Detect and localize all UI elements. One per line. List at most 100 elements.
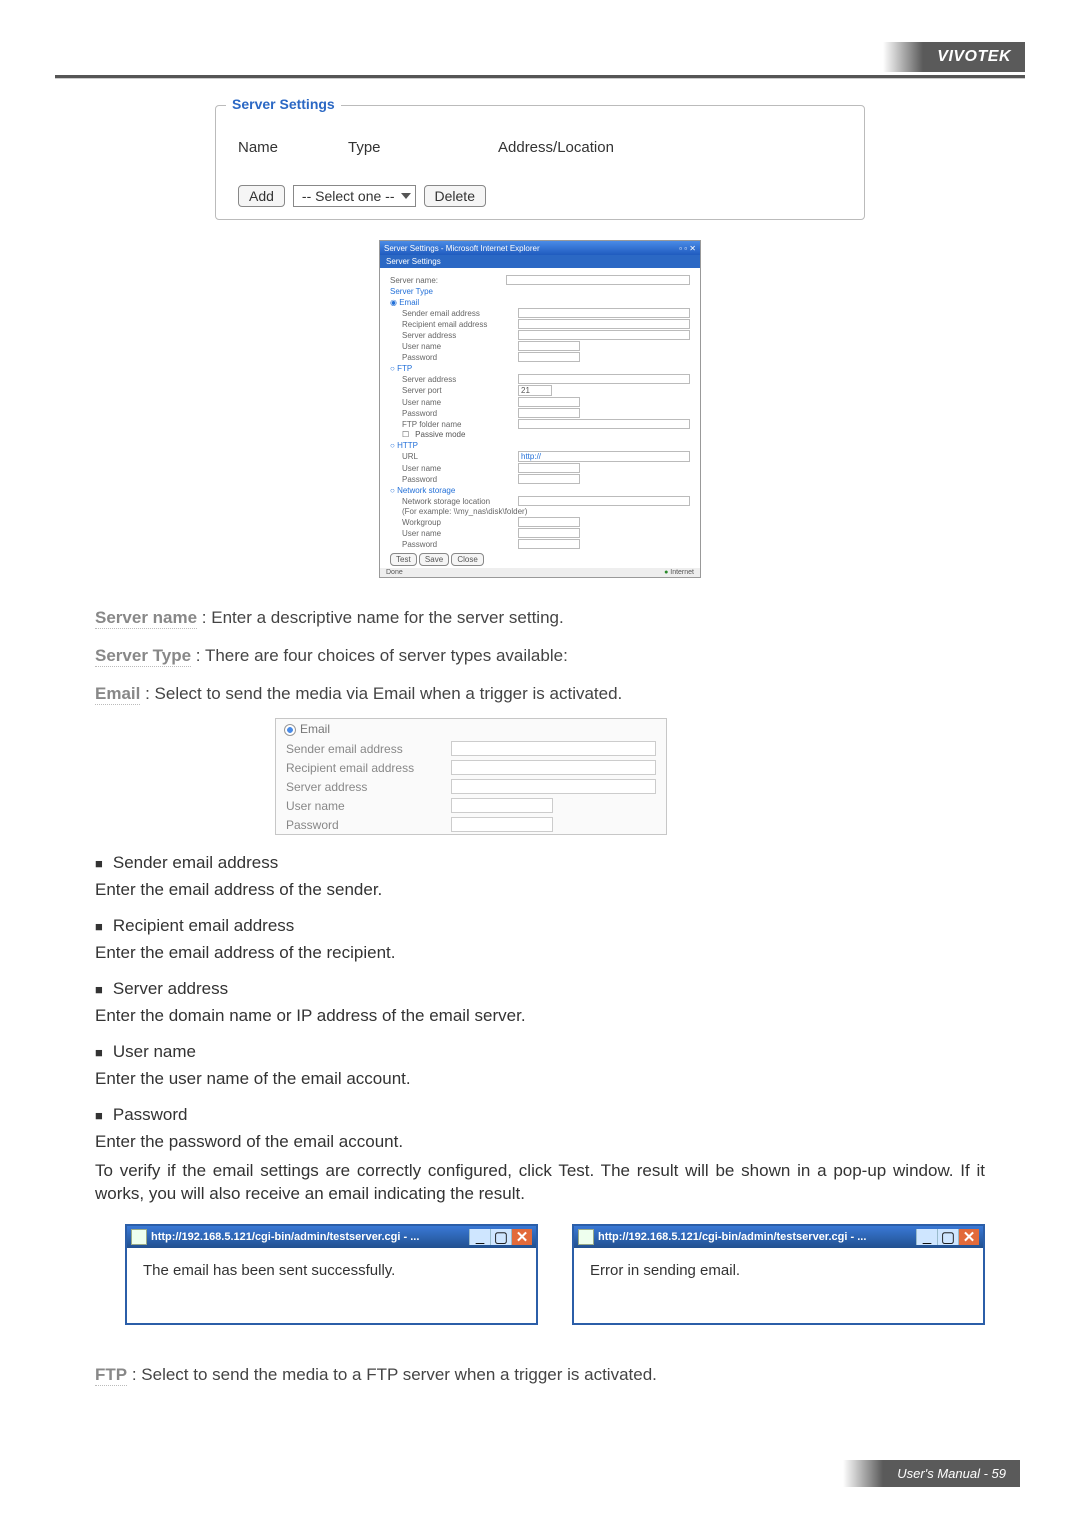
radio-selected-icon — [284, 724, 296, 736]
add-button[interactable]: Add — [238, 185, 285, 207]
ns-loc-lbl: Network storage location — [402, 497, 512, 506]
servername-label: Server name: — [390, 276, 500, 285]
bullet-pass: Password — [95, 1105, 985, 1125]
ftp-user-lbl: User name — [402, 398, 512, 407]
favicon-icon — [131, 1229, 147, 1245]
popup-error: http://192.168.5.121/cgi-bin/admin/tests… — [572, 1224, 985, 1325]
minimize-icon[interactable]: _ — [916, 1229, 937, 1245]
popup-url: http://192.168.5.121/cgi-bin/admin/tests… — [147, 1231, 469, 1243]
status-done: Done — [386, 569, 403, 576]
ftp-folder-field[interactable] — [518, 419, 690, 429]
http-user-field[interactable] — [518, 463, 580, 473]
ftp-server-field[interactable] — [518, 374, 690, 384]
email-server-lbl: Server address — [402, 331, 512, 340]
ns-pass-lbl: Password — [402, 540, 512, 549]
ftp-pass-lbl: Password — [402, 409, 512, 418]
email-sender-field[interactable] — [518, 308, 690, 318]
ns-loc-field[interactable] — [518, 496, 690, 506]
f-recipient-lbl: Recipient email address — [286, 761, 441, 775]
email-recipient-field[interactable] — [518, 319, 690, 329]
close-button[interactable]: Close — [451, 553, 483, 566]
maximize-icon[interactable]: ▢ — [937, 1229, 958, 1245]
maximize-icon[interactable]: ▢ — [490, 1229, 511, 1245]
server-settings-fieldset: Server Settings Name Type Address/Locati… — [215, 105, 865, 220]
bullet-recipient: Recipient email address — [95, 916, 985, 936]
save-button[interactable]: Save — [419, 553, 449, 566]
para-recipient: Enter the email address of the recipient… — [95, 942, 985, 965]
ns-user-lbl: User name — [402, 529, 512, 538]
email-pass-field[interactable] — [518, 352, 580, 362]
fieldset-legend: Server Settings — [226, 96, 341, 112]
dialog-titlebar: Server Settings - Microsoft Internet Exp… — [384, 244, 540, 253]
ftp-user-field[interactable] — [518, 397, 580, 407]
header-rule — [55, 75, 1025, 78]
chevron-down-icon — [401, 193, 411, 199]
popup-success: http://192.168.5.121/cgi-bin/admin/tests… — [125, 1224, 538, 1325]
f-recipient-field[interactable] — [451, 760, 656, 775]
email-fields-screenshot: Email Sender email address Recipient ema… — [275, 718, 667, 835]
def-servertype: Server Type : There are four choices of … — [95, 646, 985, 666]
close-icon[interactable]: ✕ — [958, 1229, 979, 1245]
ns-radio-label[interactable]: Network storage — [397, 486, 455, 495]
ftp-port-field[interactable]: 21 — [518, 385, 552, 396]
f-pass-lbl: Password — [286, 818, 441, 832]
email-server-field[interactable] — [518, 330, 690, 340]
favicon-icon — [578, 1229, 594, 1245]
ftp-folder-lbl: FTP folder name — [402, 420, 512, 429]
f-server-lbl: Server address — [286, 780, 441, 794]
close-icon[interactable]: ✕ — [511, 1229, 532, 1245]
delete-button[interactable]: Delete — [424, 185, 486, 207]
server-table-header: Name Type Address/Location — [238, 134, 842, 161]
http-url-lbl: URL — [402, 452, 512, 461]
def-ftp: FTP : Select to send the media to a FTP … — [95, 1365, 985, 1385]
def-servername: Server name : Enter a descriptive name f… — [95, 608, 985, 628]
servername-field[interactable] — [506, 275, 690, 285]
server-select[interactable]: -- Select one -- — [293, 185, 416, 207]
email-user-lbl: User name — [402, 342, 512, 351]
col-type: Type — [348, 139, 458, 156]
email-pass-lbl: Password — [402, 353, 512, 362]
f-sender-field[interactable] — [451, 741, 656, 756]
term-email: Email — [95, 684, 140, 705]
http-radio-label[interactable]: HTTP — [397, 441, 418, 450]
ftp-server-lbl: Server address — [402, 375, 512, 384]
dialog-header-bar: Server Settings — [380, 255, 700, 268]
bullet-server: Server address — [95, 979, 985, 999]
ns-hint: (For example: \\my_nas\disk\folder) — [402, 507, 527, 516]
http-pass-field[interactable] — [518, 474, 580, 484]
ns-pass-field[interactable] — [518, 539, 580, 549]
ftp-pass-field[interactable] — [518, 408, 580, 418]
dialog-screenshot: Server Settings - Microsoft Internet Exp… — [379, 240, 701, 578]
bullet-sender: Sender email address — [95, 853, 985, 873]
ftp-passive-lbl[interactable]: Passive mode — [415, 430, 465, 439]
f-sender-lbl: Sender email address — [286, 742, 441, 756]
f-user-field[interactable] — [451, 798, 553, 813]
test-button[interactable]: Test — [390, 553, 417, 566]
minimize-icon[interactable]: _ — [469, 1229, 490, 1245]
ns-user-field[interactable] — [518, 528, 580, 538]
ftp-radio-label[interactable]: FTP — [397, 364, 412, 373]
para-user: Enter the user name of the email account… — [95, 1068, 985, 1091]
server-select-value: -- Select one -- — [302, 188, 395, 204]
http-url-field[interactable]: http:// — [518, 451, 690, 462]
popup-success-msg: The email has been sent successfully. — [127, 1248, 536, 1323]
email-radio-text: Email — [300, 722, 330, 736]
bullet-user: User name — [95, 1042, 985, 1062]
para-server: Enter the domain name or IP address of t… — [95, 1005, 985, 1028]
email-user-field[interactable] — [518, 341, 580, 351]
para-verify: To verify if the email settings are corr… — [95, 1160, 985, 1206]
brand-label: VIVOTEK — [923, 42, 1025, 72]
popup-error-msg: Error in sending email. — [574, 1248, 983, 1323]
email-radio-label[interactable]: Email — [399, 298, 419, 307]
term-servername: Server name — [95, 608, 197, 629]
f-user-lbl: User name — [286, 799, 441, 813]
window-controls: ▫ ▫ ✕ — [679, 244, 696, 253]
f-server-field[interactable] — [451, 779, 656, 794]
col-address: Address/Location — [498, 139, 842, 156]
page-footer: User's Manual - 59 — [883, 1460, 1020, 1487]
f-pass-field[interactable] — [451, 817, 553, 832]
ns-wg-field[interactable] — [518, 517, 580, 527]
status-zone: Internet — [670, 569, 694, 576]
def-email: Email : Select to send the media via Ema… — [95, 684, 985, 704]
http-user-lbl: User name — [402, 464, 512, 473]
